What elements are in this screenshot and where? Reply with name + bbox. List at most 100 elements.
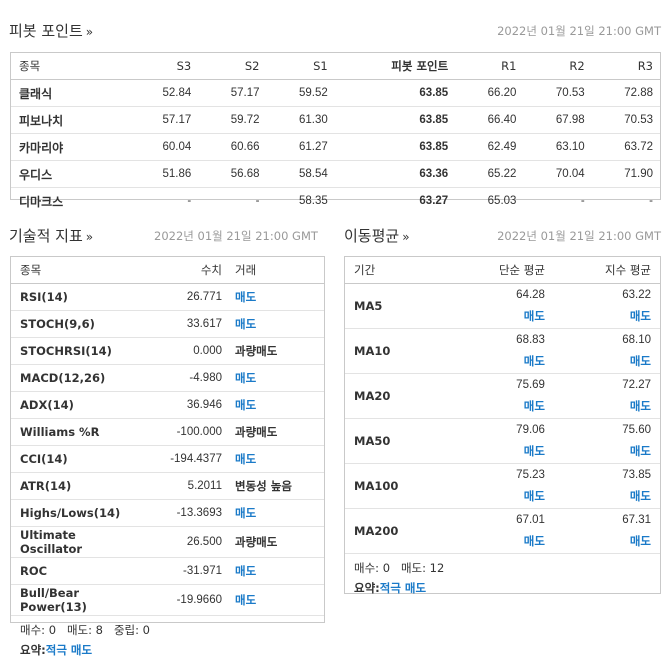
tech-row: Williams %R -100.000 과량매도 (11, 418, 324, 446)
indicator-value: 0.000 (141, 337, 235, 365)
ma-cell: 72.27 매도 (553, 373, 660, 419)
pivot-timestamp: 2022년 01월 21일 21:00 GMT (497, 24, 661, 38)
ma-period: MA100 (345, 463, 448, 509)
pivot-title-text[interactable]: 피봇 포인트 (9, 22, 83, 40)
ma-value: 75.23 (516, 469, 545, 481)
ma-signal: 매도 (629, 354, 651, 368)
pivot-cell: 58.35 (298, 195, 328, 207)
ma-signal: 매도 (629, 309, 651, 323)
tech-title[interactable]: 기술적 지표» (9, 225, 93, 246)
pivot-cell: - (580, 195, 585, 207)
indicator-action: 매도 (235, 283, 324, 311)
chevron-right-icon[interactable]: » (402, 230, 409, 244)
pivot-cell: 57.17 (130, 106, 199, 134)
pivot-cell: 70.04 (523, 160, 592, 188)
indicator-action: 매도 (235, 445, 324, 473)
tech-summary-label: 요약: (20, 643, 46, 657)
pivot-cell: - (187, 195, 192, 207)
tech-timestamp: 2022년 01월 21일 21:00 GMT (154, 229, 318, 243)
tech-title-text[interactable]: 기술적 지표 (9, 227, 83, 245)
indicator-name: Highs/Lows(14) (11, 499, 141, 527)
pivot-col-header: S1 (266, 53, 335, 80)
indicator-action: 매도 (235, 364, 324, 392)
indicator-value: 36.946 (141, 391, 235, 419)
ma-summary: 매수: 0 매도: 12 요약:적극 매도 (345, 560, 660, 596)
pivot-cell: - (649, 195, 653, 207)
ma-row: MA20 75.69 매도 72.27 매도 (345, 373, 660, 419)
pivot-row: 카마리야 60.04 60.66 61.27 63.85 62.49 63.10 63.72 (11, 133, 660, 161)
ma-summary-line: 요약:적극 매도 (354, 580, 660, 596)
tech-row: Ultimate Oscillator 26.500 과량매도 (11, 526, 324, 558)
tech-col-header: 종목 (11, 257, 141, 284)
ma-value: 64.28 (516, 289, 545, 301)
indicator-name: STOCHRSI(14) (11, 337, 141, 365)
pivot-table-panel: 종목 S3 S2 S1 피봇 포인트 R1 R2 R3 클래식 52.84 57.17 59.52 6… (10, 52, 661, 209)
indicator-action: 과량매도 (235, 526, 324, 558)
ma-signal: 매도 (523, 309, 545, 323)
tech-row: CCI(14) -194.4377 매도 (11, 445, 324, 473)
indicator-name: Ultimate Oscillator (11, 526, 141, 558)
pivot-row: 디마크스 - - 58.35 63.27 65.03 - - (11, 188, 660, 215)
pivot-cell: 66.20 (455, 79, 524, 107)
indicator-action: 과량매도 (235, 418, 324, 446)
indicator-action: 변동성 높음 (235, 472, 324, 500)
tech-summary-line: 요약:적극 매도 (20, 642, 324, 658)
ma-period: MA20 (345, 373, 448, 419)
ma-signal: 매도 (523, 489, 545, 503)
tech-row: Highs/Lows(14) -13.3693 매도 (11, 499, 324, 527)
ma-title[interactable]: 이동평균» (344, 225, 410, 246)
ma-period: MA200 (345, 508, 448, 554)
ma-timestamp: 2022년 01월 21일 21:00 GMT (497, 229, 661, 243)
pivot-cell: - (255, 195, 260, 207)
indicator-name: CCI(14) (11, 445, 141, 473)
indicator-value: -4.980 (141, 364, 235, 392)
ma-signal: 매도 (523, 444, 545, 458)
chevron-right-icon[interactable]: » (86, 25, 93, 39)
pivot-table: 종목 S3 S2 S1 피봇 포인트 R1 R2 R3 클래식 52.84 57.17 59.52 6… (11, 53, 660, 214)
ma-summary-value: 적극 매도 (379, 581, 427, 595)
pivot-cell: 67.98 (523, 106, 592, 134)
ma-title-text[interactable]: 이동평균 (344, 227, 399, 245)
pivot-cell: 66.40 (455, 106, 524, 134)
tech-summary: 매수: 0 매도: 8 중립: 0 요약:적극 매도 (11, 622, 324, 658)
pivot-row: 우디스 51.86 56.68 58.54 63.36 65.22 70.04 71.90 (11, 160, 660, 188)
pivot-cell: 52.84 (130, 79, 199, 107)
ma-value: 67.31 (622, 514, 651, 526)
chevron-right-icon[interactable]: » (86, 230, 93, 244)
ma-row: MA200 67.01 매도 67.31 매도 (345, 508, 660, 554)
tech-row: MACD(12,26) -4.980 매도 (11, 364, 324, 392)
pivot-header-row: 종목 S3 S2 S1 피봇 포인트 R1 R2 R3 (11, 53, 660, 80)
ma-counts: 매수: 0 매도: 12 (354, 561, 445, 575)
ma-value: 63.22 (622, 289, 651, 301)
pivot-row: 클래식 52.84 57.17 59.52 63.85 66.20 70.53 72.88 (11, 79, 660, 107)
ma-header-row: 기간 단순 평균 지수 평균 (345, 257, 660, 284)
ma-value: 72.27 (622, 379, 651, 391)
pivot-col-header: 피봇 포인트 (334, 53, 456, 80)
pivot-cell: 57.17 (198, 79, 267, 107)
indicator-name: Bull/Bear Power(13) (11, 584, 141, 616)
tech-row: RSI(14) 26.771 매도 (11, 283, 324, 311)
tech-summary-value: 적극 매도 (45, 643, 93, 657)
indicator-name: Williams %R (11, 418, 141, 446)
ma-col-header: 단순 평균 (447, 257, 554, 284)
pivot-method-name: 우디스 (11, 160, 130, 188)
tech-row: STOCHRSI(14) 0.000 과량매도 (11, 337, 324, 365)
ma-table: 기간 단순 평균 지수 평균 MA5 64.28 매도 63.22 매도 MA10 68.83 매… (345, 257, 660, 554)
indicator-value: 33.617 (141, 310, 235, 338)
ma-row: MA100 75.23 매도 73.85 매도 (345, 463, 660, 509)
tech-col-header: 수치 (141, 257, 235, 284)
tech-row: ADX(14) 36.946 매도 (11, 391, 324, 419)
ma-panel: 기간 단순 평균 지수 평균 MA5 64.28 매도 63.22 매도 MA10 68.83 매… (344, 256, 661, 596)
pivot-cell: 60.04 (130, 133, 199, 161)
pivot-title[interactable]: 피봇 포인트» (9, 20, 93, 41)
pivot-cell: 61.30 (266, 106, 335, 134)
pivot-cell: 51.86 (130, 160, 199, 188)
ma-value: 75.69 (516, 379, 545, 391)
indicator-action: 매도 (235, 557, 324, 585)
ma-signal: 매도 (629, 399, 651, 413)
indicator-name: STOCH(9,6) (11, 310, 141, 338)
tech-counts: 매수: 0 매도: 8 중립: 0 (20, 623, 150, 637)
tech-header-row: 종목 수치 거래 (11, 257, 324, 284)
ma-col-header: 지수 평균 (553, 257, 660, 284)
ma-row: MA10 68.83 매도 68.10 매도 (345, 328, 660, 374)
